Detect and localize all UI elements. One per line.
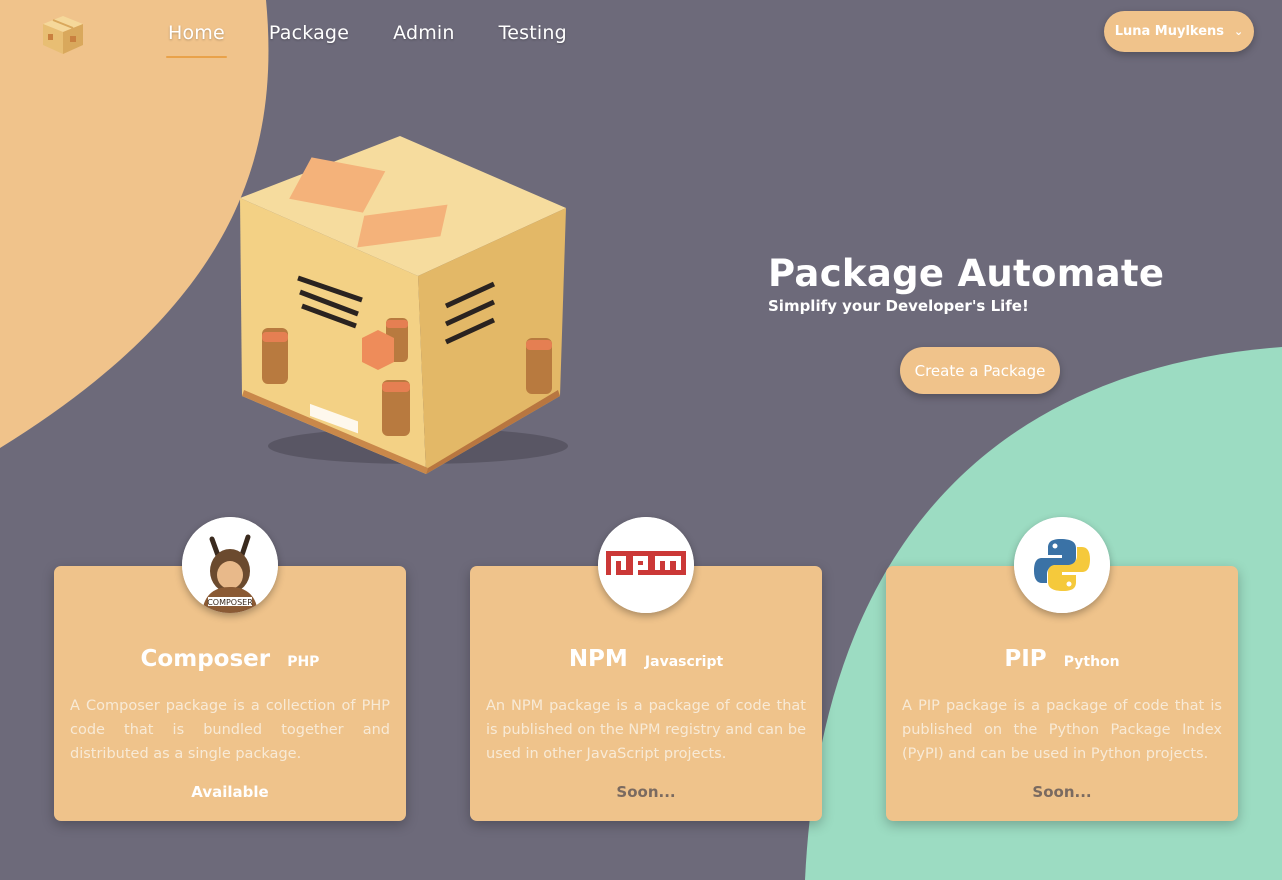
composer-logo-icon: COMPOSER [182, 517, 278, 613]
nav-package[interactable]: Package [267, 18, 351, 58]
card-title: Composer [140, 646, 271, 672]
card-language: Python [1063, 654, 1120, 670]
svg-text:COMPOSER: COMPOSER [207, 598, 253, 607]
nav-testing[interactable]: Testing [497, 18, 569, 58]
card-title: PIP [1004, 646, 1047, 672]
card-description: A PIP package is a package of code that … [902, 698, 1222, 762]
card-heading: PIP Python [886, 646, 1238, 672]
package-box-icon[interactable] [40, 12, 86, 56]
hero-subtitle: Simplify your Developer's Life! [768, 297, 1029, 315]
card-heading: Composer PHP [54, 646, 406, 672]
card-status: Soon... [616, 783, 676, 801]
nav-home[interactable]: Home [166, 18, 227, 58]
card-language: Javascript [644, 654, 724, 670]
card-description: A Composer package is a collection of PH… [70, 698, 390, 762]
cardboard-box-illustration [240, 136, 568, 474]
package-card-composer[interactable]: COMPOSER Composer PHP A Composer package… [54, 517, 406, 821]
card-status: Available [191, 783, 269, 801]
card-language: PHP [287, 654, 320, 670]
card-title: NPM [568, 646, 628, 672]
python-logo-icon [1014, 517, 1110, 613]
chevron-down-icon: ⌄ [1234, 25, 1244, 38]
card-status: Soon... [1032, 783, 1092, 801]
user-name: Luna Muylkens [1114, 24, 1225, 39]
main-nav: Home Package Admin Testing [166, 18, 569, 58]
package-card-pip[interactable]: PIP Python A PIP package is a package of… [886, 517, 1238, 821]
npm-logo-icon [598, 517, 694, 613]
nav-admin[interactable]: Admin [391, 18, 457, 58]
hero-title: Package Automate [768, 252, 1165, 295]
user-menu-button[interactable]: Luna Muylkens ⌄ [1104, 11, 1254, 52]
card-heading: NPM Javascript [470, 646, 822, 672]
card-description: An NPM package is a package of code that… [486, 698, 806, 762]
create-package-button[interactable]: Create a Package [900, 347, 1060, 394]
package-card-npm[interactable]: NPM Javascript An NPM package is a packa… [470, 517, 822, 821]
